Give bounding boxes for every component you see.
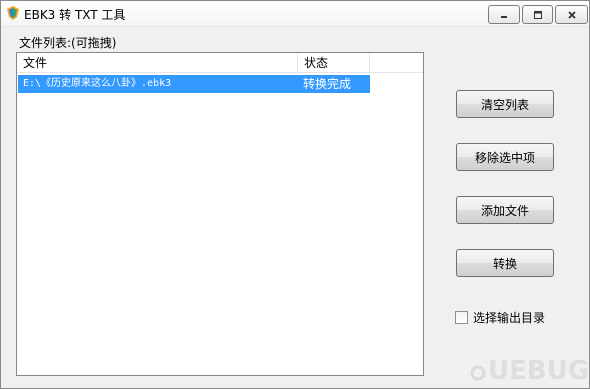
app-logo-icon [7,6,19,20]
watermark-text: UEBUG [488,356,588,386]
minimize-button[interactable] [488,5,520,24]
file-list-caption: 文件列表:(可拖拽) [19,36,117,50]
column-header-status[interactable]: 状态 [298,53,370,73]
remove-selected-button[interactable]: 移除选中项 [456,143,554,171]
maximize-button[interactable] [522,5,553,24]
file-list-row[interactable]: E:\《历史原来这么八卦》.ebk3 转换完成 [18,75,370,93]
uebug-watermark-logo: UEBUG [470,356,588,386]
column-header-file[interactable]: 文件 [17,53,298,73]
window-title: EBK3 转 TXT 工具 [24,8,126,22]
add-file-button[interactable]: 添加文件 [456,196,554,224]
title-bar[interactable]: EBK3 转 TXT 工具 [1,1,589,27]
minimize-icon [501,15,507,18]
convert-button[interactable]: 转换 [456,249,554,277]
maximize-icon [533,10,542,19]
select-output-dir-checkbox[interactable] [455,311,468,324]
select-output-dir-label[interactable]: 选择输出目录 [473,309,545,326]
close-button[interactable] [555,5,588,24]
file-list[interactable]: 文件 状态 E:\《历史原来这么八卦》.ebk3 转换完成 [16,52,424,376]
file-list-header: 文件 状态 [17,53,423,73]
file-status-cell: 转换完成 [303,77,352,91]
file-path-cell: E:\《历史原来这么八卦》.ebk3 [23,78,172,89]
clear-list-button[interactable]: 清空列表 [456,90,554,118]
close-icon [567,10,576,19]
main-window: EBK3 转 TXT 工具 文件列表:(可拖拽) 文件 状态 E:\《历史原来这… [0,0,590,389]
